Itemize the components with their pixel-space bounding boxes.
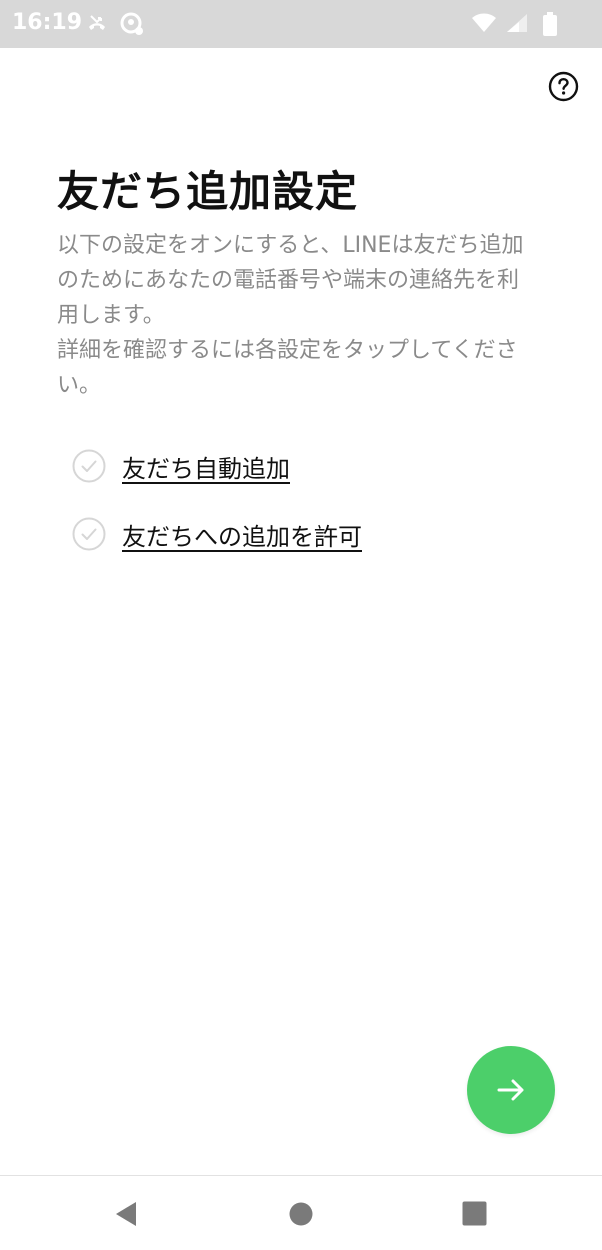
- page-title: 友だち追加設定: [57, 167, 359, 216]
- description: 以下の設定をオンにすると、LINEは友だち追加のためにあなたの電話番号や端末の連…: [57, 228, 537, 403]
- home-icon[interactable]: [288, 1201, 314, 1231]
- back-icon[interactable]: [114, 1201, 138, 1231]
- arrow-right-icon: [497, 1079, 524, 1101]
- status-bar: 16:19: [0, 0, 602, 48]
- navigation-bar: [0, 1175, 602, 1250]
- description-paragraph: 以下の設定をオンにすると、LINEは友だち追加のためにあなたの電話番号や端末の連…: [57, 233, 524, 328]
- question-circle-icon: [548, 71, 579, 102]
- wifi-icon: [470, 12, 498, 38]
- status-time: 16:19: [12, 10, 83, 35]
- next-button[interactable]: [467, 1046, 555, 1134]
- check-circle-icon: [72, 449, 106, 483]
- screen: 16:19 友だち追加設定 以下の設定をオンにすると、LINEは友だち追加のため…: [0, 0, 602, 1250]
- signal-icon: [505, 12, 529, 38]
- missed-call-icon: [86, 12, 108, 38]
- check-circle-icon: [72, 517, 106, 551]
- recents-icon[interactable]: [462, 1201, 487, 1230]
- help-button[interactable]: [548, 71, 579, 102]
- description-paragraph: 詳細を確認するには各設定をタップしてください。: [57, 338, 518, 398]
- setting-label[interactable]: 友だち自動追加: [122, 449, 290, 484]
- setting-auto-add-friends[interactable]: 友だち自動追加: [72, 448, 290, 484]
- battery-icon: [543, 12, 557, 40]
- setting-allow-others-to-add[interactable]: 友だちへの追加を許可: [72, 516, 362, 552]
- setting-label[interactable]: 友だちへの追加を許可: [122, 517, 362, 552]
- assistant-icon: [120, 12, 144, 40]
